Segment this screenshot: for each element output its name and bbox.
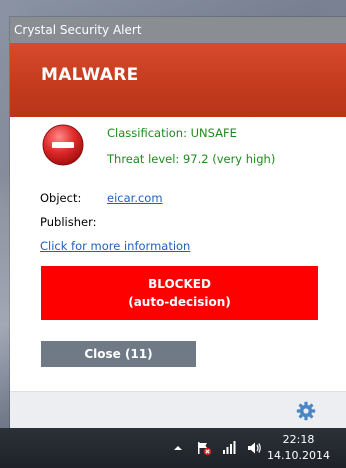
threat-type-title: MALWARE	[41, 65, 139, 85]
network-icon[interactable]	[221, 440, 237, 456]
object-label: Object:	[40, 191, 82, 205]
action-center-flag-icon[interactable]	[196, 440, 212, 456]
clock-time: 22:18	[282, 433, 315, 446]
close-button[interactable]: Close (11)	[41, 341, 196, 367]
footer-bar	[10, 391, 346, 429]
classification-text: Classification: UNSAFE	[107, 126, 237, 140]
clock-date: 14.10.2014	[267, 449, 330, 462]
header-band: MALWARE	[10, 43, 346, 117]
stop-icon	[42, 124, 84, 166]
threat-level-text: Threat level: 97.2 (very high)	[107, 152, 276, 166]
window-title: Crystal Security Alert	[14, 23, 142, 37]
auto-decision-text: (auto-decision)	[128, 295, 231, 309]
more-information-link[interactable]: Click for more information	[40, 239, 190, 253]
object-link[interactable]: eicar.com	[107, 191, 163, 205]
gear-icon[interactable]	[296, 401, 316, 421]
volume-icon[interactable]	[246, 440, 262, 456]
blocked-status-box: BLOCKED (auto-decision)	[41, 266, 318, 320]
taskbar-clock[interactable]: 22:18 14.10.2014	[267, 432, 330, 464]
alert-window: Crystal Security Alert MALWARE Classific…	[10, 17, 346, 429]
blocked-status-text: BLOCKED	[148, 277, 211, 291]
window-titlebar[interactable]: Crystal Security Alert	[10, 17, 346, 43]
show-hidden-icons-chevron[interactable]	[170, 440, 186, 456]
publisher-label: Publisher:	[40, 215, 97, 229]
taskbar: 22:18 14.10.2014	[0, 428, 346, 468]
